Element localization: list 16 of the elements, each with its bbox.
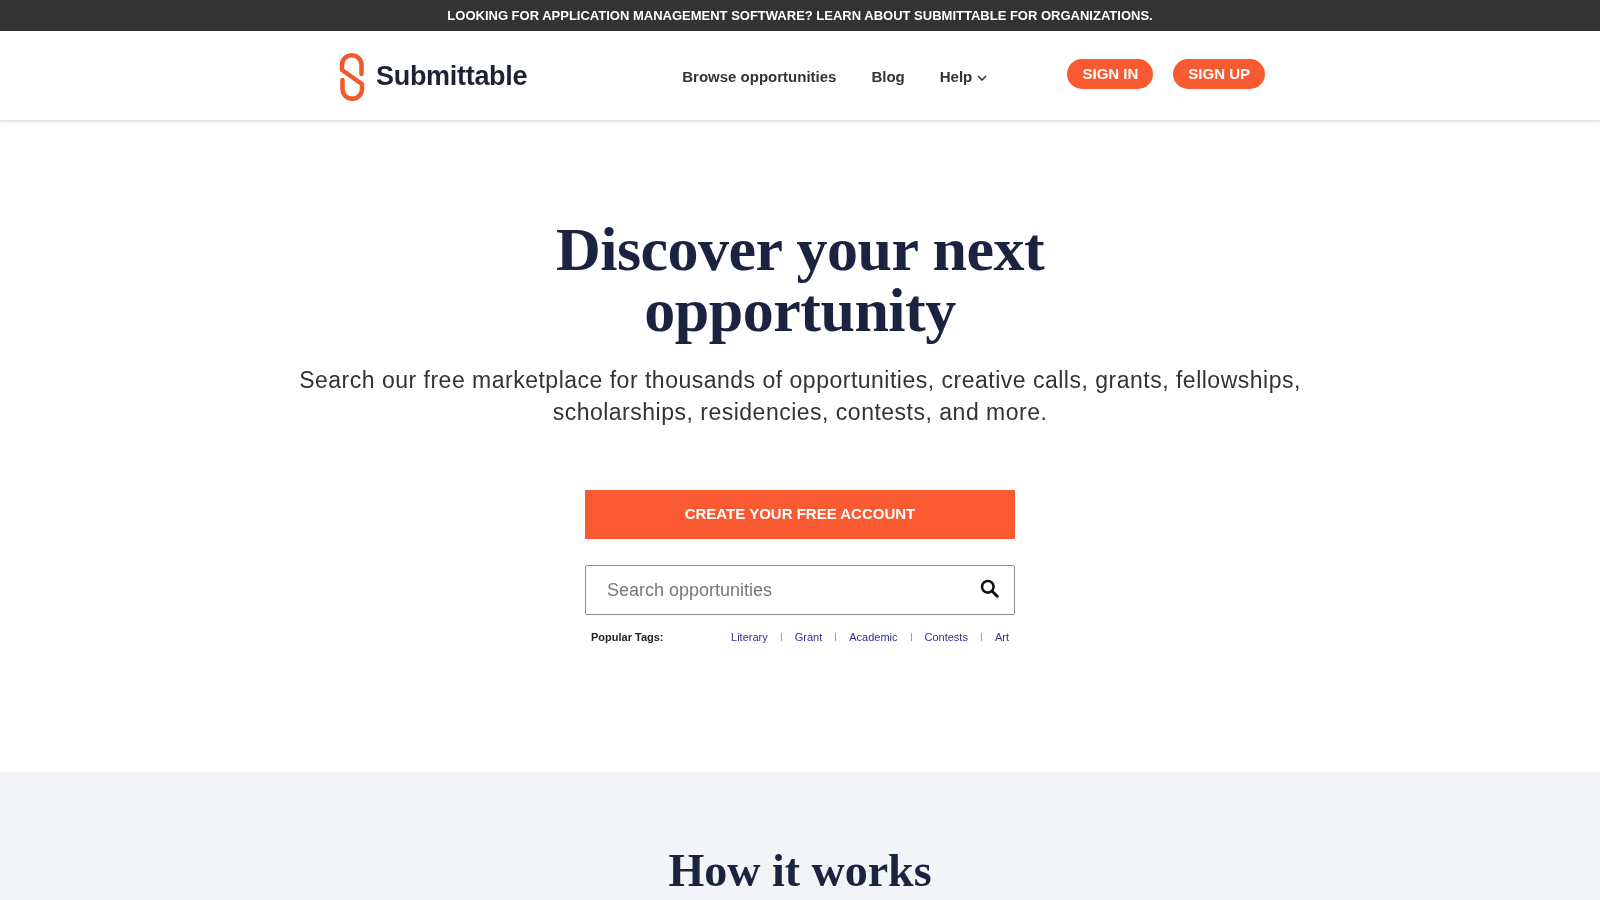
announcement-link[interactable]: LOOKING FOR APPLICATION MANAGEMENT SOFTWARE? LEARN ABOUT SUBMITTABLE FOR ORGANIZATIONS. (447, 5, 1153, 26)
tag-link[interactable]: Contests (924, 629, 968, 646)
tag-link[interactable]: Academic (849, 629, 898, 646)
search-field[interactable]: Search opportunities (585, 565, 1015, 615)
nav-link[interactable]: Browse opportunities (682, 66, 837, 89)
popular-tags-label: Popular Tags: (591, 630, 664, 645)
tag-link[interactable]: Grant (794, 629, 823, 646)
section-heading: How it works (668, 848, 932, 894)
hero-subtitle: Search our free marketplace for thousands of opportunities, creative calls, grants, fellowships, scholarships, residencies, contests, and more. (298, 366, 1302, 427)
tag-link[interactable]: Literary (731, 629, 768, 646)
nav-link[interactable]: Blog (871, 66, 905, 89)
nav-menu[interactable]: Help (939, 66, 988, 89)
search-icon[interactable] (980, 579, 999, 598)
logo-text[interactable]: Submittable (376, 56, 528, 97)
logo-icon (338, 52, 366, 101)
tag-link[interactable]: Art (994, 629, 1009, 646)
